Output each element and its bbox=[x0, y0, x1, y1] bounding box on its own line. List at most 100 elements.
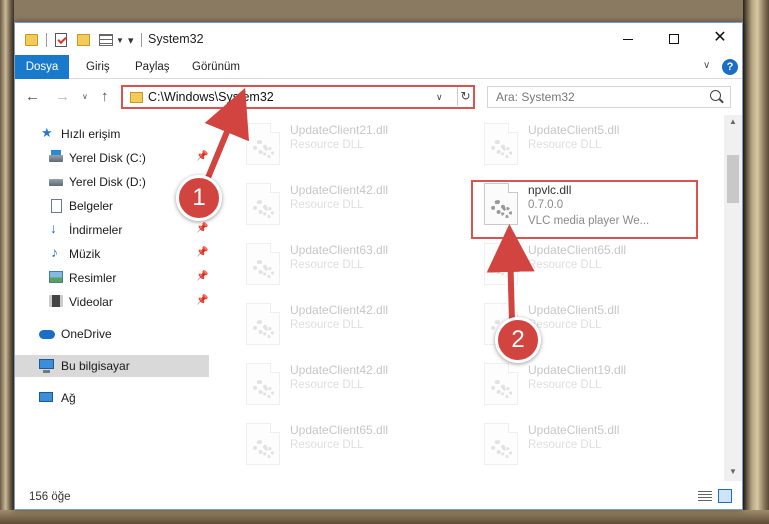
details-view-icon[interactable] bbox=[698, 491, 712, 502]
sidebar-item-label: Ağ bbox=[61, 391, 76, 405]
file-highlight-box bbox=[471, 180, 698, 239]
file-tile[interactable]: UpdateClient42.dll Resource DLL bbox=[244, 179, 469, 231]
tab-share[interactable]: Paylaş bbox=[135, 55, 170, 79]
dll-file-icon bbox=[484, 423, 518, 465]
search-placeholder: Ara: System32 bbox=[496, 90, 575, 104]
forward-button[interactable]: → bbox=[55, 88, 70, 105]
chevron-down-icon[interactable]: ▼ bbox=[116, 36, 124, 52]
file-type: Resource DLL bbox=[290, 259, 364, 271]
star-icon: ★ bbox=[41, 125, 53, 140]
drive-d-icon bbox=[49, 179, 63, 186]
search-input[interactable]: Ara: System32 bbox=[487, 86, 731, 108]
sidebar-item-network[interactable]: Ağ bbox=[15, 387, 209, 409]
file-name: UpdateClient42.dll bbox=[290, 363, 389, 377]
folder-icon bbox=[130, 92, 143, 103]
sidebar-item-label: Hızlı erişim bbox=[61, 127, 121, 141]
file-tile[interactable]: UpdateClient5.dll Resource DLL bbox=[482, 419, 707, 471]
recent-locations-icon[interactable]: ∨ bbox=[82, 92, 88, 101]
tab-home[interactable]: Giriş bbox=[86, 55, 110, 79]
file-tile[interactable]: UpdateClient65.dll Resource DLL bbox=[482, 239, 707, 291]
tab-file[interactable]: Dosya bbox=[15, 55, 69, 79]
file-tile[interactable]: UpdateClient65.dll Resource DLL bbox=[244, 419, 469, 471]
file-type: Resource DLL bbox=[290, 199, 364, 211]
sidebar-item-quick-access[interactable]: ★ Hızlı erişim bbox=[15, 123, 209, 145]
sidebar-item-label: Bu bilgisayar bbox=[61, 359, 130, 373]
pin-icon[interactable]: 📌 bbox=[196, 223, 208, 234]
scroll-up-icon[interactable]: ▲ bbox=[729, 117, 737, 126]
back-button[interactable]: ← bbox=[25, 88, 40, 105]
sidebar-item-label: Videolar bbox=[69, 295, 113, 309]
tab-view[interactable]: Görünüm bbox=[192, 55, 240, 79]
toolbar-separator bbox=[46, 33, 47, 47]
sidebar-item-videos[interactable]: Videolar 📌 bbox=[15, 291, 209, 313]
folder-icon[interactable] bbox=[25, 34, 38, 46]
dll-file-icon bbox=[246, 303, 280, 345]
sidebar-item-onedrive[interactable]: OneDrive bbox=[15, 323, 209, 345]
file-tile[interactable]: UpdateClient63.dll Resource DLL bbox=[244, 239, 469, 291]
drive-c-icon bbox=[49, 150, 63, 162]
desktop-background-right bbox=[743, 0, 769, 524]
scroll-thumb[interactable] bbox=[727, 155, 739, 203]
file-tile[interactable]: UpdateClient21.dll Resource DLL bbox=[244, 119, 469, 171]
videos-icon bbox=[49, 295, 63, 307]
file-name: UpdateClient5.dll bbox=[528, 423, 620, 437]
sidebar-item-downloads[interactable]: ↓ İndirmeler 📌 bbox=[15, 219, 209, 241]
large-icons-view-icon[interactable] bbox=[718, 489, 732, 503]
callout-badge-2: 2 bbox=[495, 317, 541, 363]
pin-icon[interactable]: 📌 bbox=[196, 151, 208, 162]
scroll-down-icon[interactable]: ▼ bbox=[729, 467, 737, 476]
sidebar-item-music[interactable]: ♪ Müzik 📌 bbox=[15, 243, 209, 265]
file-name: UpdateClient65.dll bbox=[290, 423, 389, 437]
properties-icon[interactable] bbox=[55, 33, 67, 47]
chevron-down-icon[interactable]: ∨ bbox=[436, 92, 443, 103]
file-name: UpdateClient21.dll bbox=[290, 123, 389, 137]
network-icon bbox=[39, 392, 53, 402]
search-icon[interactable] bbox=[710, 90, 721, 101]
up-button[interactable]: ↑ bbox=[101, 88, 109, 105]
sidebar-item-pictures[interactable]: Resimler 📌 bbox=[15, 267, 209, 289]
file-name: UpdateClient63.dll bbox=[290, 243, 389, 257]
desktop-background-left bbox=[0, 0, 14, 524]
callout-badge-1: 1 bbox=[176, 175, 222, 221]
view-icon[interactable] bbox=[99, 34, 113, 46]
file-name: UpdateClient19.dll bbox=[528, 363, 627, 377]
maximize-button[interactable] bbox=[651, 23, 697, 53]
dll-file-icon bbox=[484, 123, 518, 165]
sidebar-item-label: Resimler bbox=[69, 271, 117, 285]
file-tile[interactable]: UpdateClient19.dll Resource DLL bbox=[482, 359, 707, 411]
pin-icon[interactable]: 📌 bbox=[196, 271, 208, 282]
file-tile[interactable]: UpdateClient42.dll Resource DLL bbox=[244, 299, 469, 351]
address-path[interactable]: C:\Windows\System32 bbox=[148, 90, 274, 104]
help-icon[interactable]: ? bbox=[722, 59, 738, 75]
pin-icon[interactable]: 📌 bbox=[196, 247, 208, 258]
sidebar-item-this-pc[interactable]: Bu bilgisayar bbox=[15, 355, 209, 377]
minimize-icon bbox=[623, 38, 633, 40]
status-bar: 156 öğe bbox=[15, 481, 742, 509]
dll-file-icon bbox=[246, 423, 280, 465]
music-icon: ♪ bbox=[51, 244, 58, 260]
file-type: Resource DLL bbox=[528, 139, 602, 151]
file-type: Resource DLL bbox=[528, 379, 602, 391]
file-list: UpdateClient21.dll Resource DLL UpdateCl… bbox=[220, 115, 724, 481]
close-button[interactable]: ✕ bbox=[697, 23, 742, 53]
file-type: Resource DLL bbox=[528, 319, 602, 331]
file-name: UpdateClient42.dll bbox=[290, 183, 389, 197]
sidebar-item-local-disk-c[interactable]: Yerel Disk (C:) 📌 bbox=[15, 147, 209, 169]
file-tile[interactable]: UpdateClient5.dll Resource DLL bbox=[482, 119, 707, 171]
file-type: Resource DLL bbox=[290, 319, 364, 331]
title-bar: ▼ ▾ System32 ✕ bbox=[15, 23, 742, 55]
refresh-button[interactable]: ↻ bbox=[457, 87, 473, 106]
file-name: UpdateClient5.dll bbox=[528, 303, 620, 317]
vertical-scrollbar[interactable]: ▲ ▼ bbox=[724, 115, 742, 481]
dll-file-icon bbox=[246, 123, 280, 165]
address-bar[interactable]: C:\Windows\System32 ∨ ↻ bbox=[121, 85, 475, 109]
pin-icon[interactable]: 📌 bbox=[196, 295, 208, 306]
dll-file-icon bbox=[246, 243, 280, 285]
file-type: Resource DLL bbox=[290, 439, 364, 451]
file-tile[interactable]: UpdateClient42.dll Resource DLL bbox=[244, 359, 469, 411]
minimize-button[interactable] bbox=[605, 23, 651, 53]
new-folder-icon[interactable] bbox=[77, 34, 90, 46]
dll-file-icon bbox=[484, 363, 518, 405]
expand-ribbon-icon[interactable]: ∨ bbox=[703, 60, 710, 71]
customize-toolbar-icon[interactable]: ▾ bbox=[128, 34, 134, 50]
